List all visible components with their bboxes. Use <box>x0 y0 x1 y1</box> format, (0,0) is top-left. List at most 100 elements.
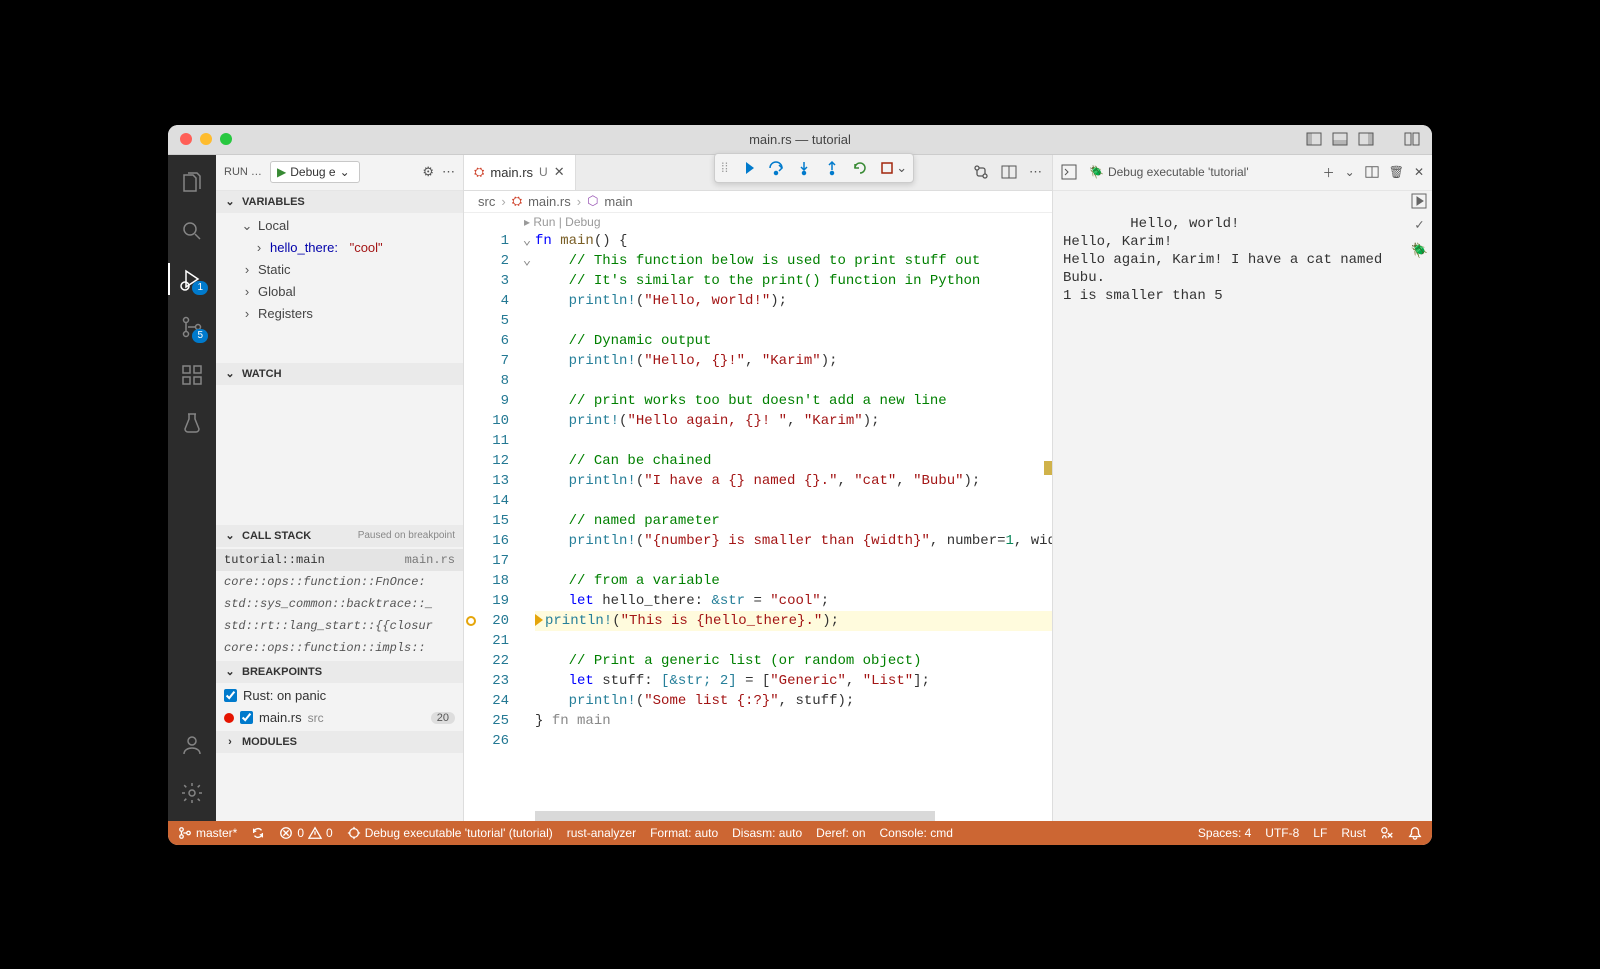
horizontal-scrollbar[interactable] <box>535 811 935 821</box>
code-line[interactable] <box>535 491 1052 511</box>
run-debug-activity[interactable]: 1 <box>168 259 216 299</box>
variables-scope-local[interactable]: ⌄Local <box>216 215 463 237</box>
variables-section-header[interactable]: ⌄ VARIABLES <box>216 191 463 213</box>
line-number[interactable]: 2 <box>464 251 509 271</box>
code-line[interactable]: } fn main <box>535 711 1052 731</box>
format-status[interactable]: Format: auto <box>650 826 718 840</box>
line-number[interactable]: 20 <box>464 611 509 631</box>
toggle-secondary-sidebar-icon[interactable] <box>1358 131 1374 147</box>
fold-gutter[interactable] <box>519 391 535 411</box>
fold-gutter[interactable] <box>519 491 535 511</box>
fold-gutter[interactable] <box>519 651 535 671</box>
breakpoint-checkbox[interactable] <box>224 689 237 702</box>
fold-gutter[interactable] <box>519 371 535 391</box>
variables-scope-static[interactable]: ›Static <box>216 259 463 281</box>
fold-gutter[interactable] <box>519 551 535 571</box>
callstack-frame[interactable]: std::rt::lang_start::{{closur <box>216 615 463 637</box>
code-line[interactable]: let stuff: [&str; 2] = ["Generic", "List… <box>535 671 1052 691</box>
code-line[interactable]: fn main() { <box>535 231 1052 251</box>
fold-gutter[interactable] <box>519 411 535 431</box>
line-number[interactable]: 15 <box>464 511 509 531</box>
code-line[interactable] <box>535 431 1052 451</box>
step-over-button[interactable] <box>768 160 784 176</box>
fold-gutter[interactable] <box>519 311 535 331</box>
stop-button[interactable]: ⌄ <box>880 160 907 176</box>
line-number[interactable]: 8 <box>464 371 509 391</box>
breakpoint-checkbox[interactable] <box>240 711 253 724</box>
restart-button[interactable] <box>852 160 868 176</box>
fold-gutter[interactable] <box>519 591 535 611</box>
code-line[interactable]: // This function below is used to print … <box>535 251 1052 271</box>
sync-status[interactable] <box>251 826 265 840</box>
terminal-check-icon[interactable]: ✓ <box>1415 217 1423 235</box>
rust-analyzer-status[interactable]: rust-analyzer <box>567 826 636 840</box>
code-line[interactable]: println!("Hello, {}!", "Karim"); <box>535 351 1052 371</box>
code-line[interactable]: // from a variable <box>535 571 1052 591</box>
notifications-icon[interactable] <box>1408 826 1422 840</box>
callstack-frame[interactable]: core::ops::function::FnOnce: <box>216 571 463 593</box>
code-line[interactable]: // Print a generic list (or random objec… <box>535 651 1052 671</box>
code-line[interactable] <box>535 311 1052 331</box>
zoom-window-button[interactable] <box>220 133 232 145</box>
debug-session-label[interactable]: 🪲 Debug executable 'tutorial' <box>1089 165 1249 179</box>
compare-changes-icon[interactable] <box>973 164 989 180</box>
eol-status[interactable]: LF <box>1313 826 1327 840</box>
line-number[interactable]: 14 <box>464 491 509 511</box>
code-line[interactable]: // print works too but doesn't add a new… <box>535 391 1052 411</box>
code-line[interactable] <box>535 371 1052 391</box>
watch-section-header[interactable]: ⌄ WATCH <box>216 363 463 385</box>
fold-gutter[interactable]: ⌄ <box>519 231 535 251</box>
fold-gutter[interactable] <box>519 271 535 291</box>
code-line[interactable] <box>535 551 1052 571</box>
line-number[interactable]: 12 <box>464 451 509 471</box>
line-number[interactable]: 21 <box>464 631 509 651</box>
line-number[interactable]: 13 <box>464 471 509 491</box>
accounts-activity[interactable] <box>168 725 216 765</box>
language-status[interactable]: Rust <box>1341 826 1366 840</box>
fold-gutter[interactable]: ⌄ <box>519 251 535 271</box>
fold-gutter[interactable] <box>519 291 535 311</box>
breadcrumb-item[interactable]: main.rs <box>528 194 571 209</box>
code-line[interactable]: // Can be chained <box>535 451 1052 471</box>
testing-activity[interactable] <box>168 403 216 443</box>
kill-terminal-icon[interactable]: 🗑 <box>1389 165 1404 179</box>
line-number[interactable]: 5 <box>464 311 509 331</box>
line-number[interactable]: 22 <box>464 651 509 671</box>
fold-gutter[interactable] <box>519 351 535 371</box>
callstack-frame[interactable]: tutorial::mainmain.rs <box>216 549 463 571</box>
code-line[interactable]: // Dynamic output <box>535 331 1052 351</box>
debug-settings-icon[interactable]: ⚙ <box>422 164 434 180</box>
line-number[interactable]: 18 <box>464 571 509 591</box>
split-terminal-icon[interactable] <box>1365 165 1379 179</box>
debug-toolbar[interactable]: ⁞⁞ ⌄ <box>714 153 914 183</box>
fold-gutter[interactable] <box>519 711 535 731</box>
terminal-run-icon[interactable] <box>1411 193 1427 209</box>
code-lens[interactable]: ▸ Run | Debug <box>464 213 1052 231</box>
new-terminal-icon[interactable]: ＋ <box>1323 164 1335 181</box>
code-line[interactable]: let hello_there: &str = "cool"; <box>535 591 1052 611</box>
split-editor-icon[interactable] <box>1001 164 1017 180</box>
fold-gutter[interactable] <box>519 731 535 751</box>
fold-gutter[interactable] <box>519 611 535 631</box>
continue-button[interactable] <box>740 160 756 176</box>
line-number[interactable]: 25 <box>464 711 509 731</box>
line-number[interactable]: 7 <box>464 351 509 371</box>
line-number[interactable]: 26 <box>464 731 509 751</box>
minimize-window-button[interactable] <box>200 133 212 145</box>
step-into-button[interactable] <box>796 160 812 176</box>
line-number[interactable]: 6 <box>464 331 509 351</box>
breakpoint-row[interactable]: main.rssrc20 <box>216 707 463 729</box>
fold-gutter[interactable] <box>519 631 535 651</box>
breakpoint-row[interactable]: Rust: on panic <box>216 685 463 707</box>
disasm-status[interactable]: Disasm: auto <box>732 826 802 840</box>
extensions-activity[interactable] <box>168 355 216 395</box>
terminal-toggle-icon[interactable] <box>1061 164 1079 180</box>
code-line[interactable]: println!("{number} is smaller than {widt… <box>535 531 1052 551</box>
modules-section-header[interactable]: › MODULES <box>216 731 463 753</box>
fold-gutter[interactable] <box>519 431 535 451</box>
code-line[interactable] <box>535 631 1052 651</box>
search-activity[interactable] <box>168 211 216 251</box>
line-number[interactable]: 3 <box>464 271 509 291</box>
settings-activity[interactable] <box>168 773 216 813</box>
variables-scope-registers[interactable]: ›Registers <box>216 303 463 325</box>
